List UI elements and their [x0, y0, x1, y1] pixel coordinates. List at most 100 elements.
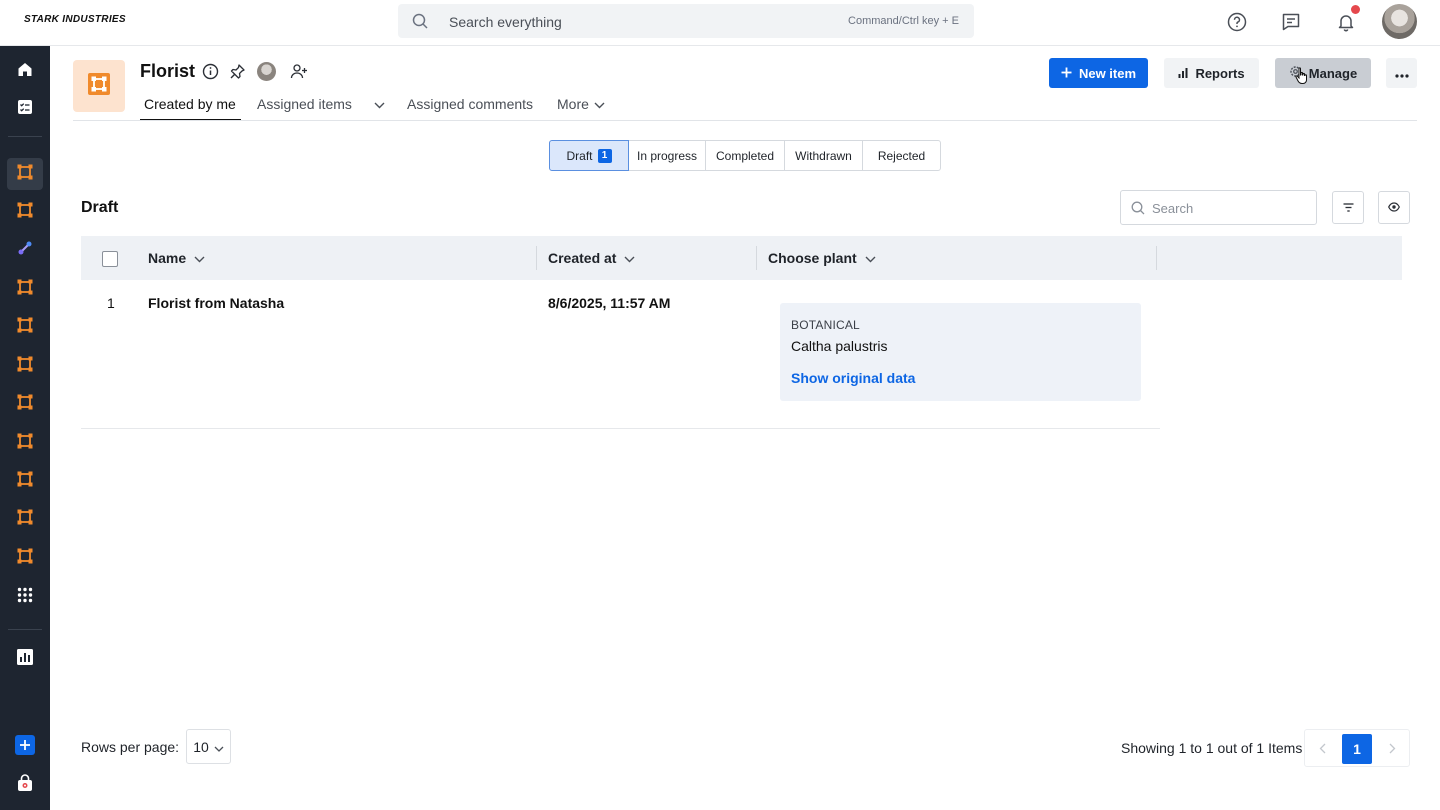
add-icon	[15, 734, 35, 760]
next-page-button[interactable]	[1377, 734, 1407, 764]
tab-assigned-items[interactable]: Assigned items	[257, 96, 352, 112]
sidebar-item-workflow-9[interactable]	[7, 503, 43, 535]
sidebar-item-integration[interactable]	[7, 234, 43, 266]
sidebar-item-marketplace[interactable]	[7, 769, 43, 801]
sidebar-item-workflow-7[interactable]	[7, 427, 43, 459]
status-badge: 1	[597, 148, 612, 163]
search-icon	[412, 13, 428, 34]
column-divider[interactable]	[536, 246, 537, 270]
sidebar-item-workflow-3[interactable]	[7, 273, 43, 305]
message-icon[interactable]	[1279, 10, 1303, 34]
owner-avatar[interactable]	[257, 62, 276, 81]
integration-icon	[17, 240, 33, 261]
sidebar-item-workflow-6[interactable]	[7, 388, 43, 420]
workflow-icon	[16, 201, 34, 224]
select-all-checkbox[interactable]	[102, 251, 118, 267]
prev-page-button[interactable]	[1307, 734, 1337, 764]
help-circle-icon[interactable]	[1225, 10, 1249, 34]
more-horizontal-icon	[1394, 66, 1409, 81]
chevron-down-icon	[624, 250, 635, 266]
row-index: 1	[107, 295, 115, 311]
sidebar-divider	[8, 629, 42, 630]
section-title: Draft	[81, 199, 119, 216]
chevron-down-icon[interactable]	[371, 96, 387, 114]
sidebar-item-add[interactable]	[7, 731, 43, 763]
filter-icon	[1343, 199, 1354, 217]
workflow-icon	[16, 470, 34, 493]
status-rejected[interactable]: Rejected	[862, 140, 941, 171]
plant-name: Caltha palustris	[791, 338, 888, 354]
sidebar-item-reports[interactable]	[7, 643, 43, 675]
add-user-icon[interactable]	[290, 62, 308, 80]
sidebar-item-home[interactable]	[7, 55, 43, 87]
sidebar-item-florist[interactable]	[7, 158, 43, 190]
column-name-label: Name	[148, 250, 187, 266]
workflow-icon	[16, 508, 34, 531]
marketplace-icon	[16, 773, 34, 797]
global-search[interactable]: Search everything Command/Ctrl key + E	[398, 4, 974, 38]
status-completed[interactable]: Completed	[705, 140, 785, 171]
plant-card: BOTANICAL Caltha palustris Show original…	[780, 303, 1141, 401]
status-withdrawn[interactable]: Withdrawn	[784, 140, 863, 171]
workflow-icon	[85, 70, 113, 103]
new-item-label: New item	[1078, 65, 1137, 81]
info-icon[interactable]	[201, 62, 219, 80]
sidebar-item-workflow-2[interactable]	[7, 196, 43, 228]
filter-button[interactable]	[1332, 191, 1364, 224]
workflow-icon	[16, 393, 34, 416]
reports-button[interactable]: Reports	[1164, 58, 1259, 88]
workflow-icon	[16, 163, 34, 186]
status-in-progress[interactable]: In progress	[628, 140, 706, 171]
chevron-down-icon	[194, 250, 205, 266]
bar-chart-icon	[1178, 66, 1188, 81]
column-header-name[interactable]: Name	[148, 250, 205, 266]
avatar[interactable]	[1382, 4, 1417, 39]
column-header-created-at[interactable]: Created at	[548, 250, 635, 266]
column-choose-plant-label: Choose plant	[768, 250, 857, 266]
reports-icon	[16, 648, 34, 671]
tab-assigned-comments[interactable]: Assigned comments	[407, 96, 533, 112]
rows-per-page-select[interactable]: 10	[186, 729, 231, 764]
tab-created-by-me[interactable]: Created by me	[144, 96, 236, 112]
table-search[interactable]	[1120, 190, 1317, 225]
header-divider	[73, 120, 1417, 121]
sidebar-item-workflow-8[interactable]	[7, 465, 43, 497]
eye-icon	[1388, 199, 1400, 217]
brand-logo[interactable]: STARK INDUSTRIES	[24, 14, 126, 25]
table-search-input[interactable]	[1152, 199, 1310, 217]
pin-icon[interactable]	[228, 62, 246, 80]
sidebar-item-all-apps[interactable]	[7, 581, 43, 613]
sidebar-item-workflow-4[interactable]	[7, 311, 43, 343]
sidebar-item-workflow-10[interactable]	[7, 542, 43, 574]
new-item-button[interactable]: New item	[1049, 58, 1148, 88]
workflow-icon	[16, 278, 34, 301]
plant-category: BOTANICAL	[791, 318, 860, 332]
more-actions-button[interactable]	[1386, 58, 1417, 88]
column-header-choose-plant[interactable]: Choose plant	[768, 250, 876, 266]
pagination: 1	[1304, 729, 1410, 767]
show-original-data-link[interactable]: Show original data	[791, 370, 915, 386]
visibility-button[interactable]	[1378, 191, 1410, 224]
tab-more[interactable]: More	[557, 96, 605, 112]
sidebar-item-tasks[interactable]	[7, 93, 43, 125]
pointer-cursor-icon	[1295, 67, 1309, 90]
manage-button[interactable]: Manage	[1275, 58, 1371, 88]
table-row[interactable]: 1 Florist from Natasha 8/6/2025, 11:57 A…	[81, 280, 1160, 429]
chevron-down-icon	[214, 739, 224, 755]
status-filter: Draft 1 In progress Completed Withdrawn …	[549, 140, 941, 171]
chevron-down-icon	[865, 250, 876, 266]
search-shortcut-hint: Command/Ctrl key + E	[848, 15, 959, 27]
global-search-placeholder: Search everything	[449, 14, 562, 30]
reports-label: Reports	[1195, 65, 1245, 81]
rows-per-page-label: Rows per page:	[81, 739, 180, 755]
chevron-left-icon	[1319, 741, 1326, 757]
column-divider[interactable]	[1156, 246, 1157, 270]
tasks-icon	[17, 99, 33, 120]
row-name[interactable]: Florist from Natasha	[148, 295, 284, 311]
current-page[interactable]: 1	[1342, 734, 1372, 764]
brand-logo-text: STARK INDUSTRIES	[24, 14, 126, 25]
column-divider[interactable]	[756, 246, 757, 270]
status-draft[interactable]: Draft 1	[549, 140, 629, 171]
notification-dot	[1351, 5, 1360, 14]
sidebar-item-workflow-5[interactable]	[7, 350, 43, 382]
